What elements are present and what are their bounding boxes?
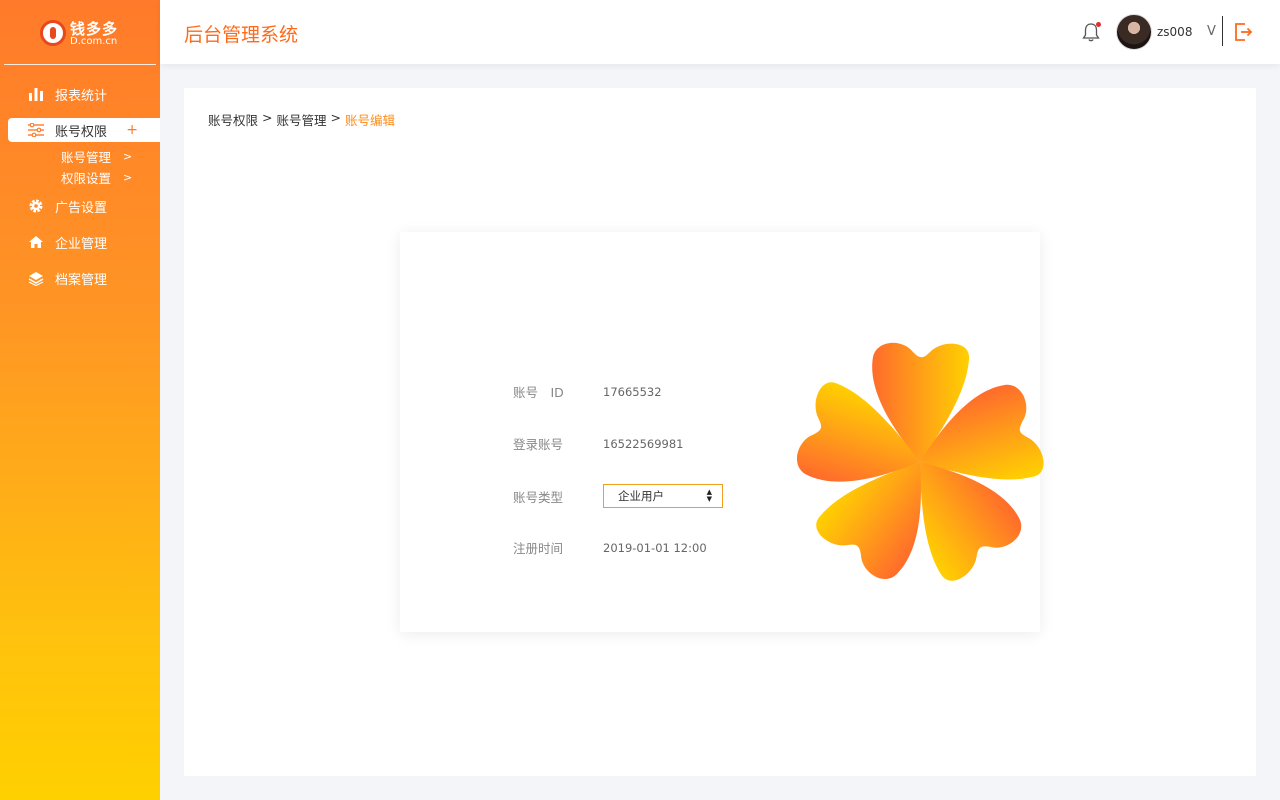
user-avatar[interactable] xyxy=(1116,14,1152,50)
header-divider xyxy=(1222,16,1223,46)
sidebar-item-label: 账号权限 xyxy=(55,124,108,140)
sidebar-item-enterprise[interactable]: 企业管理 xyxy=(8,230,160,254)
chevron-right-icon: > xyxy=(123,150,133,163)
login-account-value: 16522569981 xyxy=(603,436,684,451)
sidebar-item-account-permissions[interactable]: 账号权限 + xyxy=(8,118,160,142)
app-title: 后台管理系统 xyxy=(184,24,299,46)
account-type-label: 账号类型 xyxy=(513,489,564,505)
sidebar-subitem-label: 权限设置 xyxy=(61,171,112,186)
account-type-select[interactable]: 企业用户 ▲ ▼ xyxy=(603,484,723,508)
account-id-label: 账号 ID xyxy=(513,385,564,400)
sidebar-item-reports[interactable]: 报表统计 xyxy=(8,82,160,106)
login-account-label: 登录账号 xyxy=(513,437,564,452)
sidebar-item-archives[interactable]: 档案管理 xyxy=(8,266,160,290)
breadcrumb-item[interactable]: 账号权限 xyxy=(208,110,258,129)
bar-chart-icon xyxy=(26,86,46,102)
notification-bell-icon[interactable] xyxy=(1080,21,1102,43)
expand-icon[interactable]: + xyxy=(126,122,138,138)
main-panel: 账号权限 > 账号管理 > 账号编辑 账号 ID 17665532 登录账号 1… xyxy=(184,88,1256,776)
logout-icon[interactable] xyxy=(1232,21,1254,43)
sliders-icon xyxy=(26,122,46,138)
sidebar-subitem-permission-settings[interactable]: 权限设置 > xyxy=(61,168,132,187)
sidebar-item-label: 企业管理 xyxy=(55,236,108,252)
form-row-account-type: 账号类型 企业用户 ▲ ▼ xyxy=(513,484,723,508)
account-id-value: 17665532 xyxy=(603,384,662,399)
sidebar-subitem-label: 账号管理 xyxy=(61,150,112,165)
sidebar-item-label: 档案管理 xyxy=(55,272,108,288)
sidebar: 钱多多 D.com.cn 报表统计 账号权限 + 账号管理 > 权限设置 > 广… xyxy=(0,0,160,800)
form-row-account-id: 账号 ID 17665532 xyxy=(513,382,662,401)
sidebar-item-label: 广告设置 xyxy=(55,200,108,216)
breadcrumb-current: 账号编辑 xyxy=(345,113,396,128)
notification-dot xyxy=(1096,22,1101,27)
form-row-register-time: 注册时间 2019-01-01 12:00 xyxy=(513,538,707,557)
account-type-value: 企业用户 xyxy=(618,489,664,503)
sidebar-subitem-account-management[interactable]: 账号管理 > xyxy=(61,147,132,166)
sidebar-divider xyxy=(4,64,156,65)
chevron-right-icon: > xyxy=(123,171,133,184)
top-header: 后台管理系统 zs008 V xyxy=(160,0,1280,64)
breadcrumb: 账号权限 > 账号管理 > 账号编辑 xyxy=(208,110,399,129)
sidebar-item-label: 报表统计 xyxy=(55,88,108,104)
chevron-down-icon[interactable]: V xyxy=(1207,24,1216,39)
account-edit-card: 账号 ID 17665532 登录账号 16522569981 账号类型 企业用… xyxy=(400,232,1045,632)
brand-domain: D.com.cn xyxy=(70,36,118,47)
logo-mark-icon xyxy=(40,20,66,46)
breadcrumb-item[interactable]: 账号管理 xyxy=(277,110,327,129)
flower-logo-illustration xyxy=(795,342,1045,587)
breadcrumb-separator: > xyxy=(330,110,341,125)
username[interactable]: zs008 xyxy=(1157,25,1192,39)
form-row-login-account: 登录账号 16522569981 xyxy=(513,434,683,453)
sidebar-item-ad-settings[interactable]: 广告设置 xyxy=(8,194,160,218)
breadcrumb-separator: > xyxy=(262,110,273,125)
register-time-label: 注册时间 xyxy=(513,541,564,556)
gear-icon xyxy=(26,198,46,214)
layers-icon xyxy=(26,270,46,286)
select-caret-icon: ▲ ▼ xyxy=(706,488,712,503)
brand-logo[interactable]: 钱多多 D.com.cn xyxy=(40,18,130,48)
register-time-value: 2019-01-01 12:00 xyxy=(603,540,707,555)
home-icon xyxy=(26,234,46,250)
